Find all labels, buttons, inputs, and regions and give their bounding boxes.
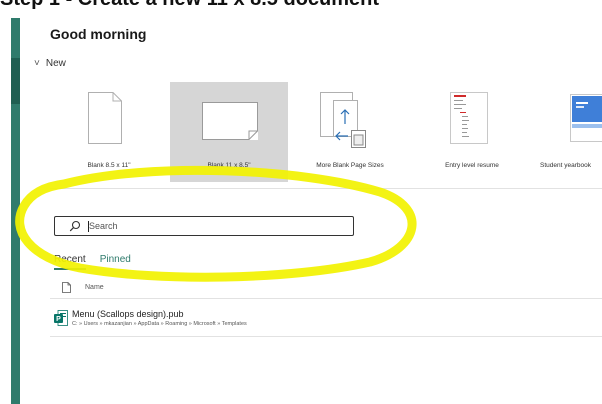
template-label: More Blank Page Sizes	[316, 162, 384, 169]
template-more-sizes[interactable]: More Blank Page Sizes	[290, 82, 410, 182]
new-section-toggle[interactable]: ˅ New	[34, 58, 66, 69]
resume-thumbnail	[450, 92, 488, 144]
blank-landscape-thumbnail	[202, 102, 258, 140]
file-icon	[62, 282, 71, 293]
template-gallery: Blank 8.5 x 11" Blank 11 x 8.5" More Bla…	[50, 82, 602, 182]
new-section-label: New	[45, 58, 66, 69]
publisher-file-icon: P	[54, 310, 68, 326]
file-name: Menu (Scallops design).pub	[72, 309, 184, 319]
section-divider	[50, 188, 602, 189]
more-sizes-thumbnail	[320, 92, 368, 148]
template-student-yearbook[interactable]: Student yearbook	[534, 82, 602, 182]
template-entry-resume[interactable]: Entry level resume	[412, 82, 532, 182]
column-header-name[interactable]: Name	[85, 284, 104, 291]
search-box[interactable]	[54, 216, 354, 236]
left-nav-rail	[11, 18, 20, 404]
template-blank-landscape[interactable]: Blank 11 x 8.5"	[170, 82, 288, 182]
template-blank-portrait[interactable]: Blank 8.5 x 11"	[50, 82, 168, 182]
template-label: Student yearbook	[540, 162, 591, 169]
tab-recent[interactable]: Recent	[54, 254, 86, 270]
chevron-down-icon: ˅	[34, 58, 40, 69]
blank-portrait-thumbnail	[88, 92, 122, 144]
file-path: C: » Users » mkazanjian » AppData » Roam…	[72, 321, 247, 327]
greeting-title: Good morning	[50, 26, 147, 42]
list-item[interactable]: P Menu (Scallops design).pub C: » Users …	[54, 307, 602, 331]
left-nav-active-band	[11, 58, 20, 104]
search-input[interactable]	[89, 219, 339, 233]
yellow-highlight-annotation	[15, 165, 417, 282]
file-tabs: Recent Pinned	[54, 254, 131, 270]
svg-text:P: P	[56, 316, 61, 323]
template-label: Entry level resume	[445, 162, 499, 169]
list-divider	[50, 298, 602, 299]
file-list-header: Name	[62, 282, 104, 293]
tutorial-caption: Step 1 - Create a new 11 x 8.5 document	[0, 0, 602, 10]
search-icon	[69, 220, 81, 232]
template-label: Blank 11 x 8.5"	[207, 162, 251, 169]
yearbook-thumbnail	[570, 94, 602, 142]
list-divider	[50, 336, 602, 337]
tab-pinned[interactable]: Pinned	[100, 254, 131, 270]
template-label: Blank 8.5 x 11"	[87, 162, 131, 169]
